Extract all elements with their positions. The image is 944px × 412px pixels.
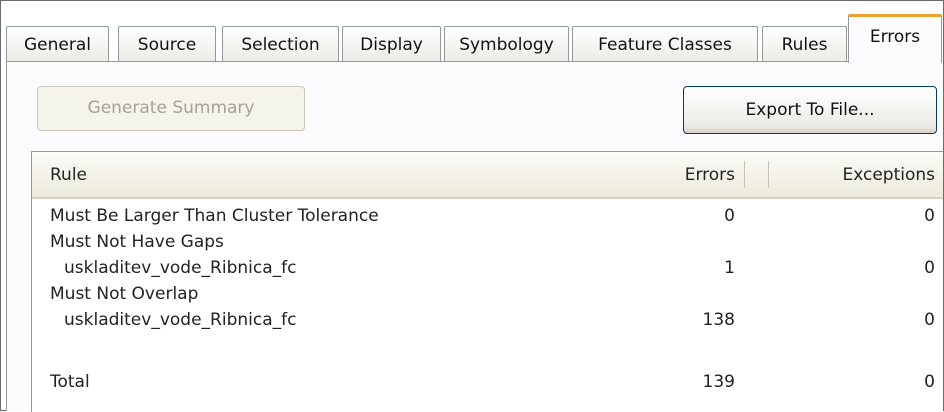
table-row[interactable]: uskladitev_vode_Ribnica_fc 138 0 [32, 308, 943, 334]
tab-bar: General Source Selection Display Symbolo… [0, 0, 944, 63]
tab-source[interactable]: Source [118, 26, 216, 62]
rule-cell: Must Be Larger Than Cluster Tolerance [50, 206, 379, 226]
tab-general[interactable]: General [6, 26, 109, 62]
tab-errors[interactable]: Errors [848, 14, 942, 63]
table-row[interactable]: uskladitev_vode_Ribnica_fc 1 0 [32, 256, 943, 282]
exceptions-cell: 0 [924, 206, 935, 226]
column-header-rule[interactable]: Rule [50, 165, 87, 185]
errors-cell: 1 [724, 258, 735, 278]
exceptions-cell: 0 [924, 310, 935, 330]
errors-cell: 138 [702, 310, 735, 330]
generate-summary-button[interactable]: Generate Summary [37, 86, 305, 131]
export-to-file-button[interactable]: Export To File... [683, 86, 937, 134]
exceptions-cell: 0 [924, 258, 935, 278]
exceptions-cell: 0 [924, 372, 935, 392]
column-divider[interactable] [768, 161, 769, 188]
tab-rules[interactable]: Rules [762, 26, 847, 62]
rule-cell: Must Not Have Gaps [50, 232, 224, 252]
rule-cell: uskladitev_vode_Ribnica_fc [64, 310, 297, 330]
column-header-errors[interactable]: Errors [685, 165, 735, 185]
errors-tab-page: Generate Summary Export To File... Rule … [6, 61, 943, 412]
list-header: Rule Errors Exceptions [32, 152, 943, 199]
tab-symbology[interactable]: Symbology [444, 26, 569, 62]
table-row-total[interactable]: Total 139 0 [32, 370, 943, 396]
table-row[interactable]: Must Not Overlap [32, 282, 943, 308]
rule-cell: uskladitev_vode_Ribnica_fc [64, 258, 297, 278]
tab-feature-classes[interactable]: Feature Classes [572, 26, 758, 62]
tab-display[interactable]: Display [342, 26, 441, 62]
table-row[interactable]: Must Not Have Gaps [32, 230, 943, 256]
errors-cell: 139 [702, 372, 735, 392]
tab-selection[interactable]: Selection [222, 26, 339, 62]
table-row-spacer [32, 334, 943, 360]
rule-cell: Must Not Overlap [50, 284, 199, 304]
column-header-exceptions[interactable]: Exceptions [842, 165, 935, 185]
error-summary-list[interactable]: Rule Errors Exceptions Must Be Larger Th… [31, 151, 943, 412]
errors-cell: 0 [724, 206, 735, 226]
column-divider[interactable] [744, 161, 745, 188]
rule-cell: Total [50, 372, 90, 392]
table-row[interactable]: Must Be Larger Than Cluster Tolerance 0 … [32, 204, 943, 230]
